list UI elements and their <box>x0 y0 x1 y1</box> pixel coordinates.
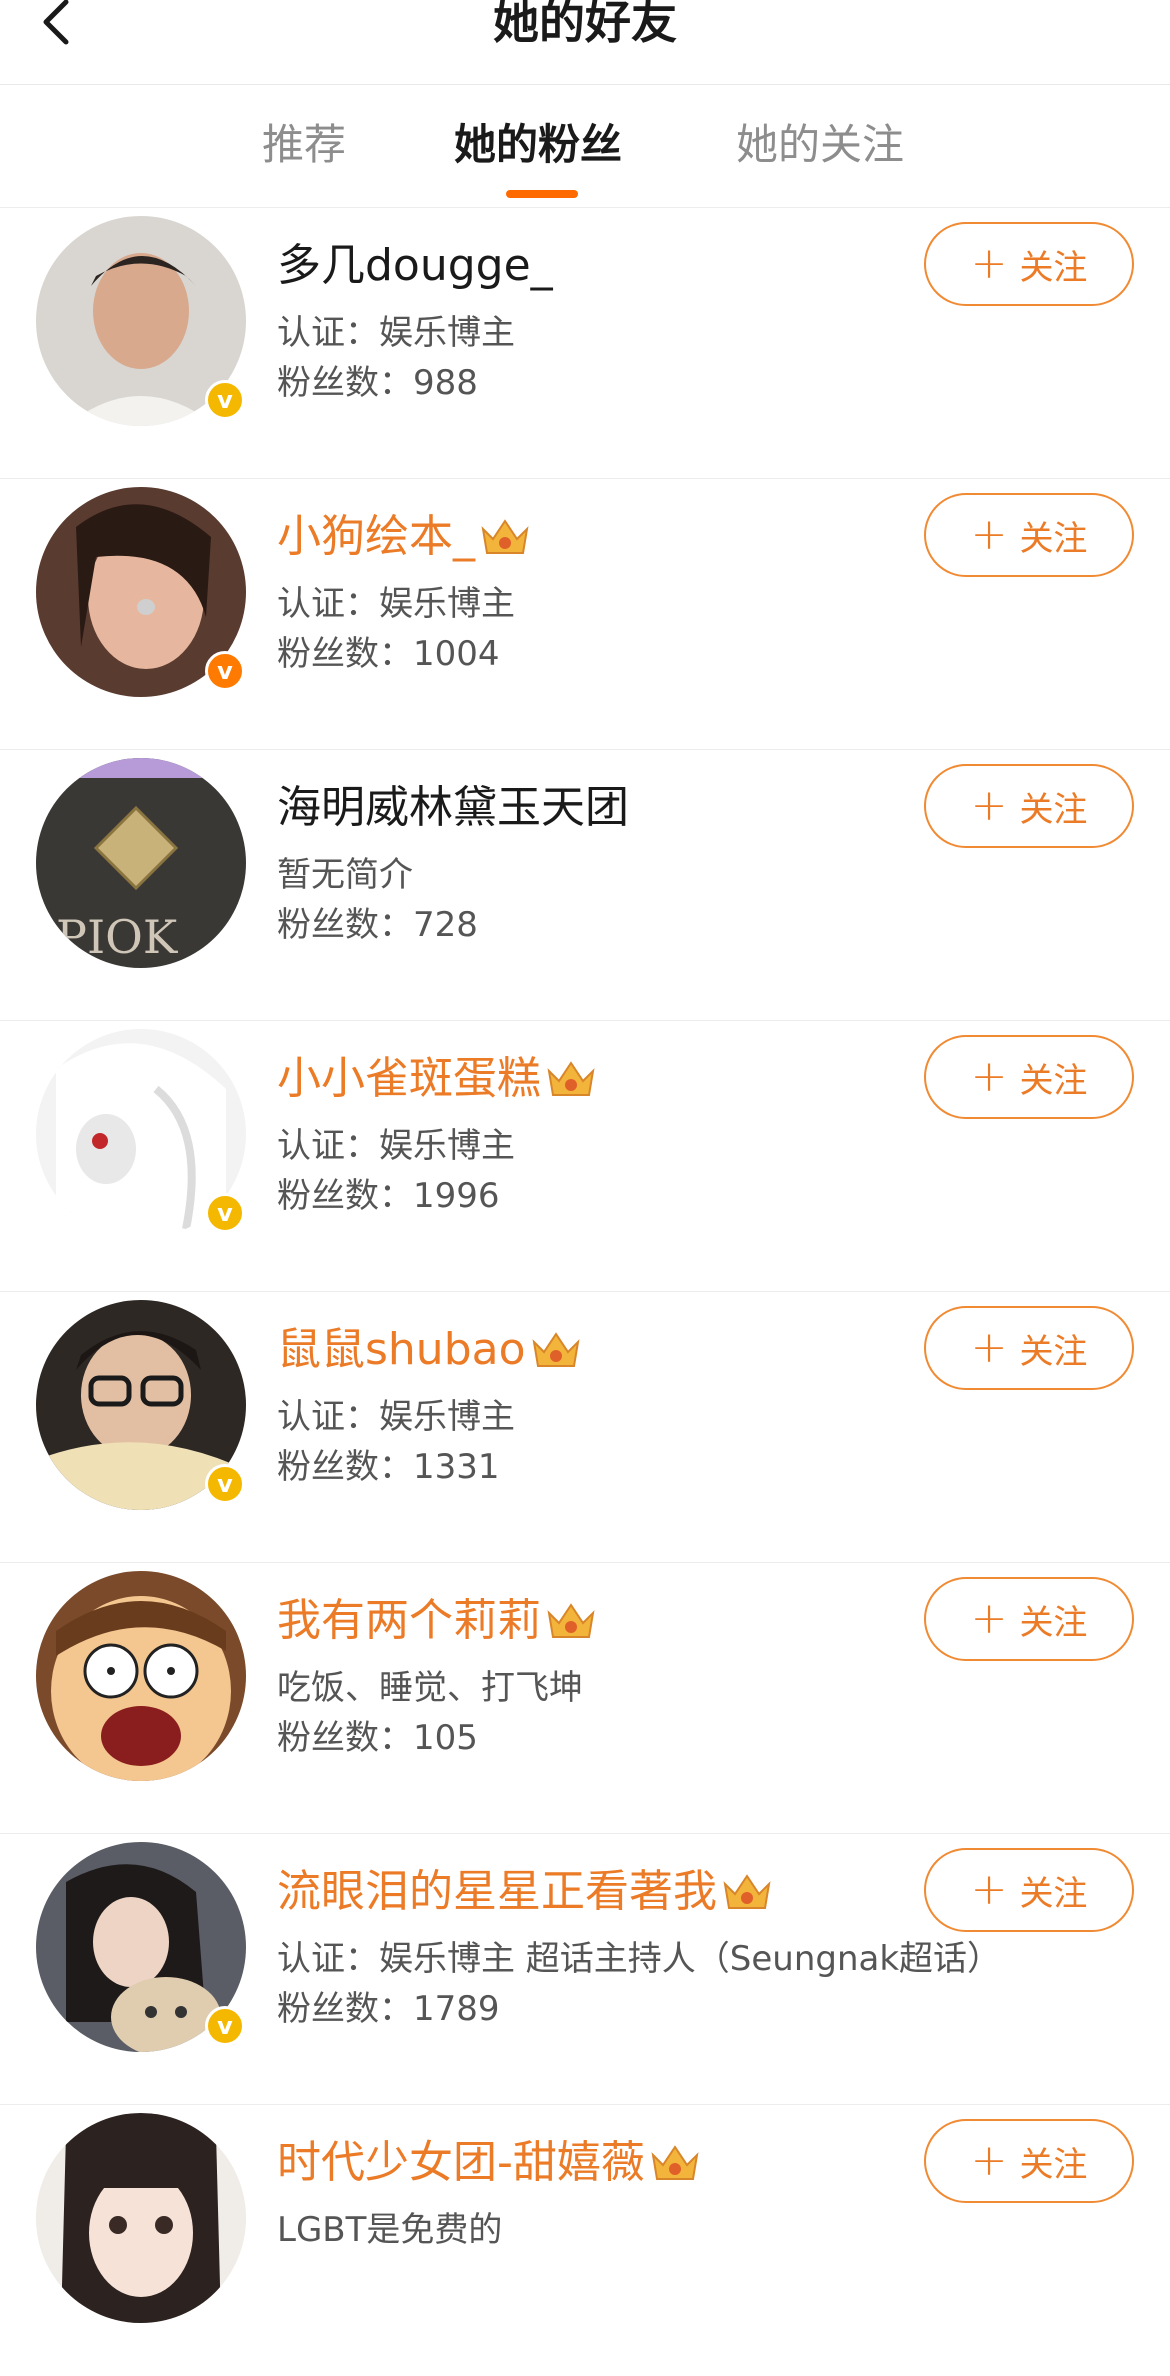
list-item[interactable]: 时代少女团-甜嬉薇 LGBT是免费的 + 关注 <box>0 2105 1170 2376</box>
fans-count: 粉丝数：1789 <box>277 1989 500 2029</box>
follow-button[interactable]: + 关注 <box>924 2119 1134 2203</box>
avatar[interactable]: PIOK <box>36 758 246 968</box>
follow-button[interactable]: + 关注 <box>924 493 1134 577</box>
tab-recommend[interactable]: 推荐 <box>262 115 346 175</box>
fans-count: 粉丝数：988 <box>277 363 478 403</box>
follow-button[interactable]: + 关注 <box>924 1306 1134 1390</box>
verified-badge-icon: v <box>205 1193 245 1233</box>
avatar[interactable] <box>36 2113 246 2323</box>
user-name[interactable]: 小狗绘本_ <box>277 505 475 569</box>
follow-button[interactable]: + 关注 <box>924 1577 1134 1661</box>
follow-button[interactable]: + 关注 <box>924 222 1134 306</box>
avatar[interactable] <box>36 1571 246 1781</box>
follow-label: 关注 <box>1019 1873 1088 1914</box>
follow-label: 关注 <box>1019 518 1088 559</box>
fans-count: 粉丝数：728 <box>277 905 478 945</box>
name-row: 小小雀斑蛋糕 <box>277 1047 597 1111</box>
follow-button[interactable]: + 关注 <box>924 764 1134 848</box>
crown-icon <box>547 1061 595 1096</box>
name-row: 流眼泪的星星正看著我 <box>277 1860 773 1924</box>
user-description: 认证：娱乐博主 <box>277 1397 515 1437</box>
name-row: 多几dougge_ <box>277 234 553 298</box>
crown-icon <box>547 1603 595 1638</box>
plus-icon: + <box>970 1864 1008 1915</box>
user-description: 认证：娱乐博主 <box>277 584 515 624</box>
user-name[interactable]: 我有两个莉莉 <box>277 1589 541 1653</box>
plus-icon: + <box>970 238 1008 289</box>
list-item[interactable]: 我有两个莉莉 吃饭、睡觉、打飞坤 粉丝数：105 + 关注 <box>0 1563 1170 1834</box>
name-row: 小狗绘本_ <box>277 505 531 569</box>
plus-icon: + <box>970 1051 1008 1102</box>
user-name[interactable]: 流眼泪的星星正看著我 <box>277 1860 717 1924</box>
user-name[interactable]: 小小雀斑蛋糕 <box>277 1047 541 1111</box>
follow-label: 关注 <box>1019 2144 1088 2185</box>
list-item[interactable]: v 流眼泪的星星正看著我 认证：娱乐博主 超话主持人（Seungnak超话） 粉… <box>0 1834 1170 2105</box>
verified-badge-icon: v <box>205 1464 245 1504</box>
fans-count: 粉丝数：1996 <box>277 1176 500 1216</box>
user-name[interactable]: 多几dougge_ <box>277 234 553 298</box>
user-description: 认证：娱乐博主 <box>277 1126 515 1166</box>
svg-text:PIOK: PIOK <box>56 910 179 964</box>
name-row: 海明威林黛玉天团 <box>277 776 629 840</box>
follow-button[interactable]: + 关注 <box>924 1848 1134 1932</box>
list-item[interactable]: v 多几dougge_ 认证：娱乐博主 粉丝数：988 + 关注 <box>0 208 1170 479</box>
header-bar: 她的好友 <box>0 0 1170 84</box>
verified-badge-icon: v <box>205 2006 245 2046</box>
tab-her-fans[interactable]: 她的粉丝 <box>454 115 622 175</box>
plus-icon: + <box>970 1593 1008 1644</box>
crown-icon <box>723 1874 771 1909</box>
follow-label: 关注 <box>1019 789 1088 830</box>
verified-badge-icon: v <box>205 651 245 691</box>
plus-icon: + <box>970 780 1008 831</box>
fans-count: 粉丝数：105 <box>277 1718 478 1758</box>
verified-badge-icon: v <box>205 380 245 420</box>
name-row: 鼠鼠shubao <box>277 1318 582 1382</box>
user-list: v 多几dougge_ 认证：娱乐博主 粉丝数：988 + 关注 v 小狗绘本_… <box>0 208 1170 2376</box>
user-name[interactable]: 时代少女团-甜嬉薇 <box>277 2131 645 2195</box>
follow-button[interactable]: + 关注 <box>924 1035 1134 1119</box>
crown-icon <box>532 1332 580 1367</box>
crown-icon <box>651 2145 699 2180</box>
page-title: 她的好友 <box>493 0 677 49</box>
user-name[interactable]: 鼠鼠shubao <box>277 1318 526 1382</box>
list-item[interactable]: v 小狗绘本_ 认证：娱乐博主 粉丝数：1004 + 关注 <box>0 479 1170 750</box>
crown-icon <box>481 519 529 554</box>
user-name[interactable]: 海明威林黛玉天团 <box>277 776 629 840</box>
active-tab-indicator <box>506 190 578 198</box>
plus-icon: + <box>970 2135 1008 2186</box>
user-description: LGBT是免费的 <box>277 2210 503 2250</box>
tab-bar: 推荐 她的粉丝 她的关注 <box>0 85 1170 207</box>
follow-label: 关注 <box>1019 247 1088 288</box>
user-description: 暂无简介 <box>277 855 413 895</box>
follow-label: 关注 <box>1019 1602 1088 1643</box>
plus-icon: + <box>970 1322 1008 1373</box>
list-item[interactable]: v 鼠鼠shubao 认证：娱乐博主 粉丝数：1331 + 关注 <box>0 1292 1170 1563</box>
plus-icon: + <box>970 509 1008 560</box>
user-description: 吃饭、睡觉、打飞坤 <box>277 1668 583 1708</box>
user-description: 认证：娱乐博主 超话主持人（Seungnak超话） <box>277 1939 1002 1979</box>
fans-count: 粉丝数：1004 <box>277 634 500 674</box>
name-row: 时代少女团-甜嬉薇 <box>277 2131 701 2195</box>
name-row: 我有两个莉莉 <box>277 1589 597 1653</box>
list-item[interactable]: PIOK 海明威林黛玉天团 暂无简介 粉丝数：728 + 关注 <box>0 750 1170 1021</box>
fans-count: 粉丝数：1331 <box>277 1447 500 1487</box>
user-description: 认证：娱乐博主 <box>277 313 515 353</box>
follow-label: 关注 <box>1019 1331 1088 1372</box>
list-item[interactable]: v 小小雀斑蛋糕 认证：娱乐博主 粉丝数：1996 + 关注 <box>0 1021 1170 1292</box>
tab-her-following[interactable]: 她的关注 <box>736 115 904 175</box>
follow-label: 关注 <box>1019 1060 1088 1101</box>
